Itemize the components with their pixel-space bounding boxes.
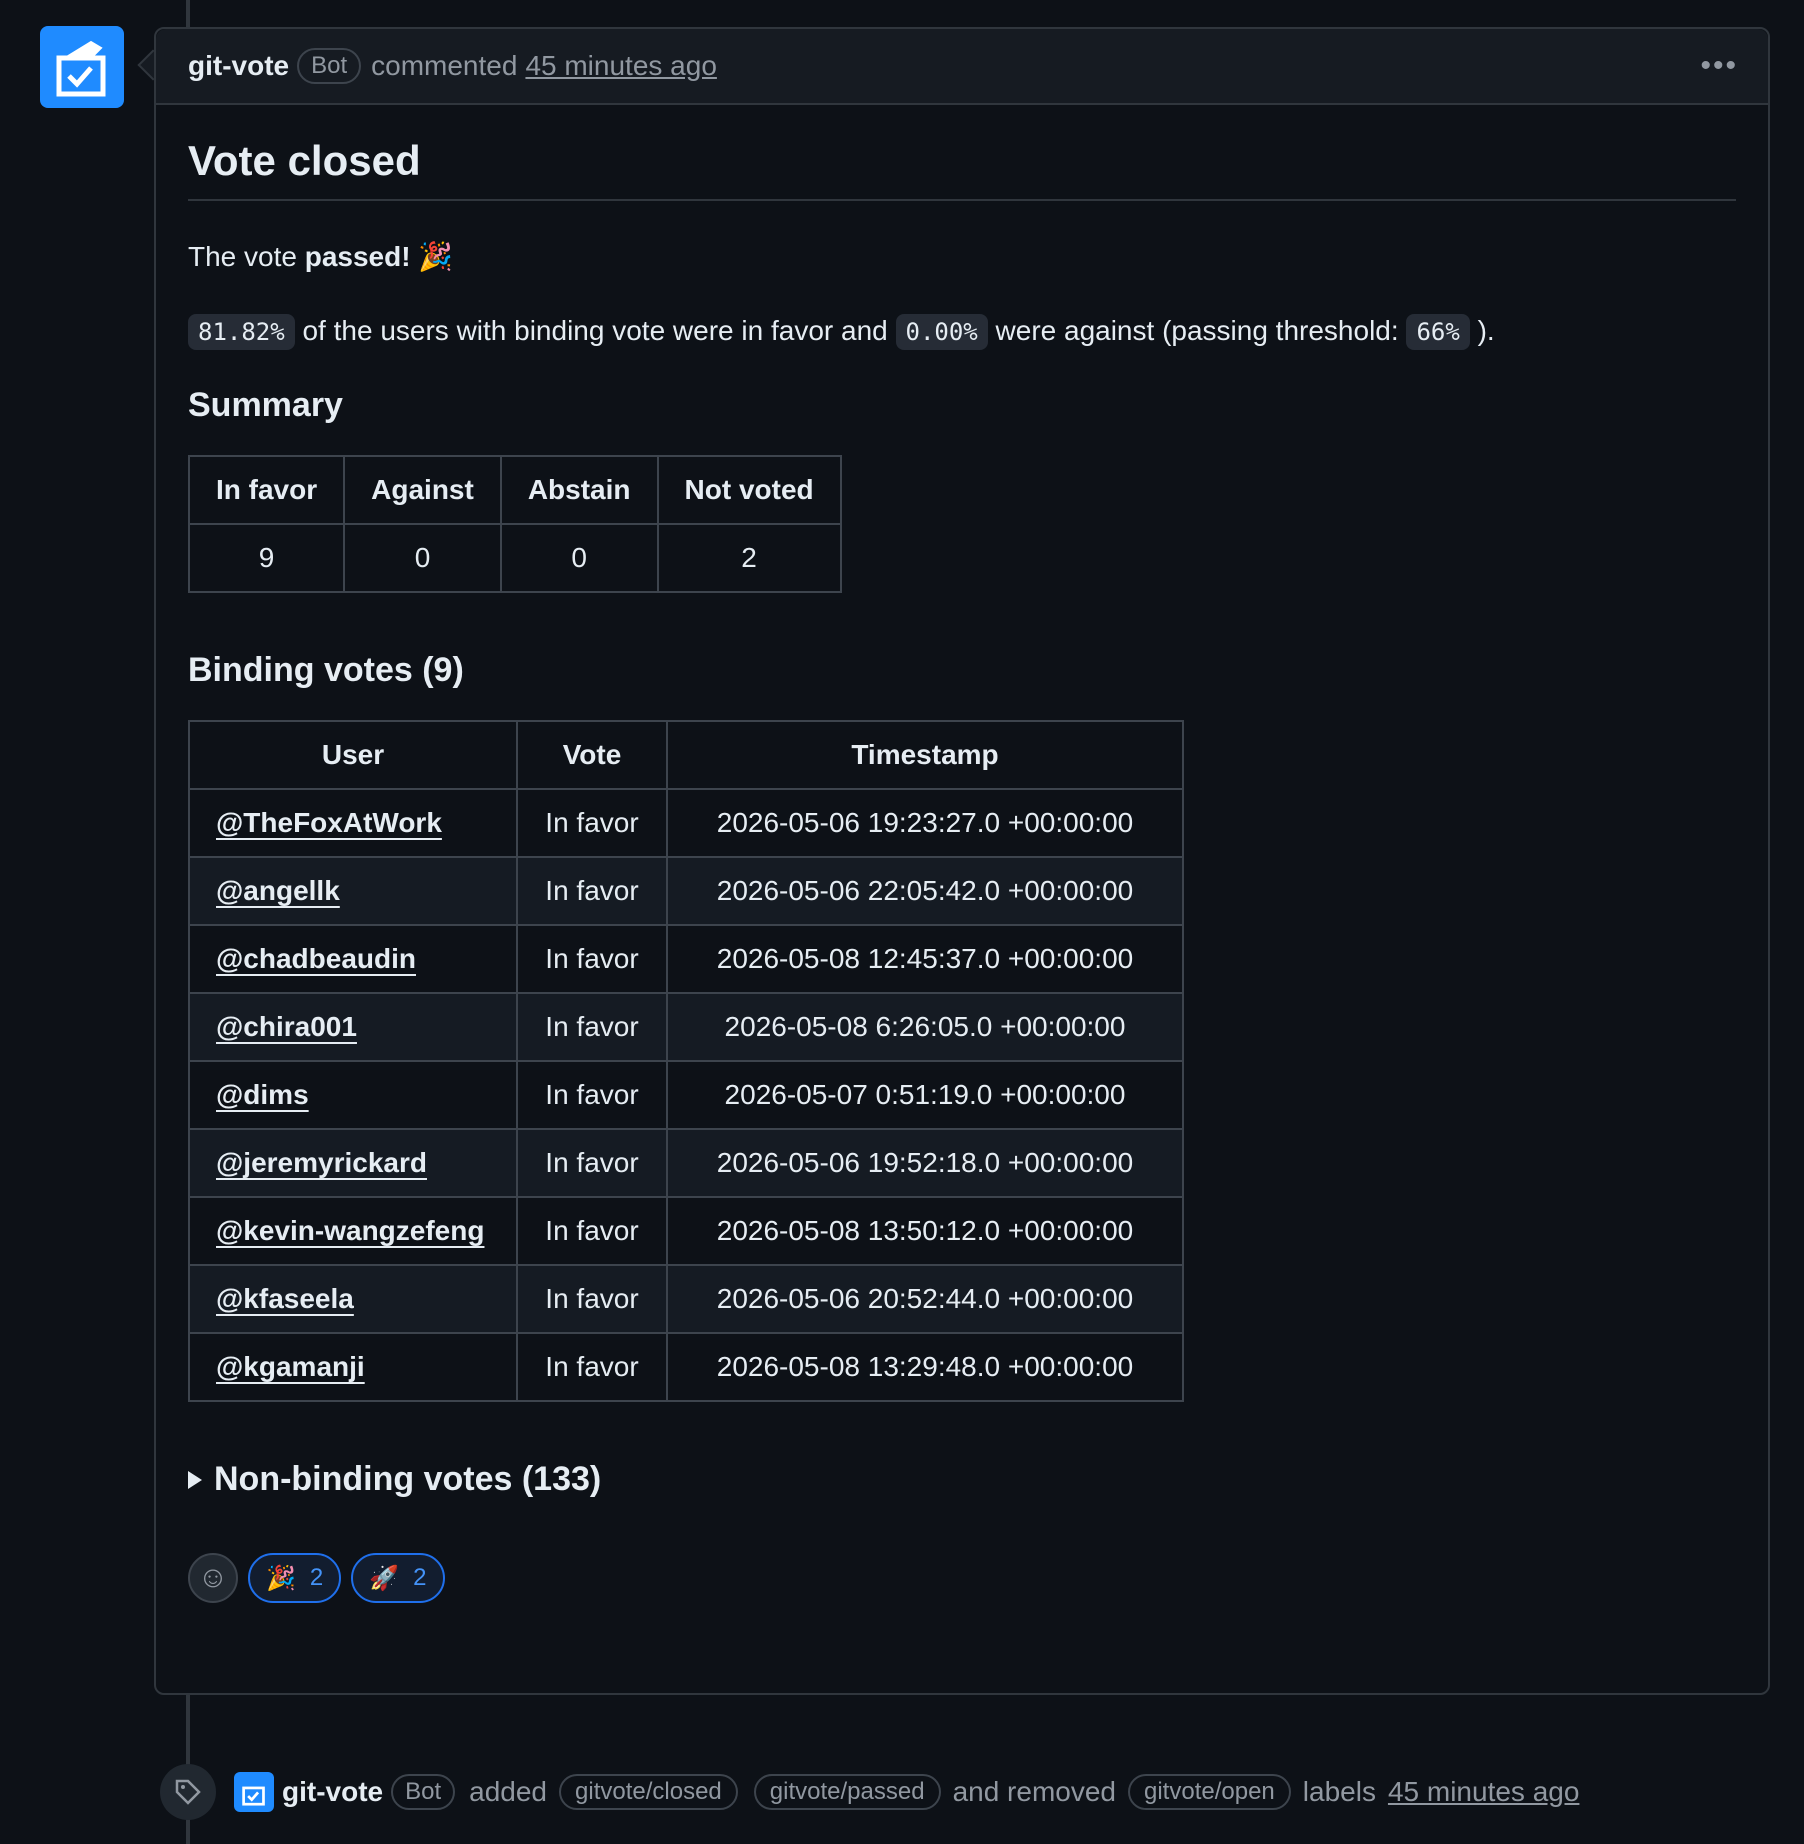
vote-result: The vote passed! 🎉 (188, 237, 1736, 277)
header-user: User (188, 720, 518, 790)
kebab-menu-icon[interactable]: ••• (1700, 49, 1738, 83)
label-event: git-vote Bot added gitvote/closed gitvot… (160, 1764, 1579, 1820)
stats-text-3: ). (1469, 315, 1495, 346)
timestamp-cell: 2026-05-08 6:26:05.0 +00:00:00 (666, 992, 1184, 1062)
smiley-icon[interactable]: ☺ (188, 1553, 238, 1603)
summary-header-abstain: Abstain (499, 455, 659, 525)
bot-badge: Bot (297, 48, 362, 84)
summary-in-favor: 9 (187, 523, 346, 593)
comment-author[interactable]: git-vote (188, 50, 289, 82)
user-link[interactable]: @chira001 (216, 1011, 357, 1042)
reaction-count: 2 (413, 1564, 427, 1591)
summary-heading: Summary (188, 386, 343, 424)
comment-timestamp[interactable]: 45 minutes ago (525, 50, 716, 82)
event-removed-text: and removed (952, 1776, 1116, 1807)
stats-text-1: of the users with binding vote were in f… (294, 315, 896, 346)
vote-cell: In favor (516, 1128, 668, 1198)
table-row: @kfaseela In favor 2026-05-06 20:52:44.0… (188, 1264, 1184, 1334)
non-binding-votes-toggle[interactable]: Non-binding votes (133) (188, 1460, 1736, 1499)
table-row: @TheFoxAtWork In favor 2026-05-06 19:23:… (188, 788, 1184, 858)
binding-votes-table: User Vote Timestamp @TheFoxAtWork In fav… (188, 720, 1184, 1402)
binding-votes-heading: Binding votes (9) (188, 651, 464, 689)
summary-header-against: Against (343, 455, 502, 525)
header-vote: Vote (516, 720, 668, 790)
bot-avatar[interactable] (40, 26, 124, 108)
summary-row: 9 0 0 2 (187, 523, 842, 593)
tag-icon (160, 1764, 216, 1820)
user-link[interactable]: @angellk (216, 875, 340, 906)
event-labels-text: labels (1302, 1776, 1376, 1807)
summary-abstain: 0 (499, 523, 659, 593)
user-link[interactable]: @kgamanji (216, 1351, 365, 1382)
table-row: @dims In favor 2026-05-07 0:51:19.0 +00:… (188, 1060, 1184, 1130)
label-gitvote-closed[interactable]: gitvote/closed (559, 1774, 738, 1810)
timestamp-cell: 2026-05-06 20:52:44.0 +00:00:00 (666, 1264, 1184, 1334)
stats-text-2: were against (passing threshold: (987, 315, 1407, 346)
table-row: @chadbeaudin In favor 2026-05-08 12:45:3… (188, 924, 1184, 994)
summary-against: 0 (343, 523, 502, 593)
ballot-box-icon (242, 1786, 265, 1806)
user-link[interactable]: @chadbeaudin (216, 943, 416, 974)
comment-title: Vote closed (188, 137, 1736, 201)
label-gitvote-passed[interactable]: gitvote/passed (753, 1774, 941, 1810)
issue-timeline: git-vote Bot commented 45 minutes ago ••… (0, 0, 1804, 1844)
label-gitvote-open[interactable]: gitvote/open (1128, 1774, 1291, 1810)
vote-cell: In favor (516, 1332, 668, 1402)
timestamp-cell: 2026-05-08 13:29:48.0 +00:00:00 (666, 1332, 1184, 1402)
party-popper-icon: 🎉 (418, 241, 454, 272)
header-timestamp: Timestamp (666, 720, 1184, 790)
table-row: @chira001 In favor 2026-05-08 6:26:05.0 … (188, 992, 1184, 1062)
table-row: @angellk In favor 2026-05-06 22:05:42.0 … (188, 856, 1184, 926)
vote-stats: 81.82% of the users with binding vote we… (188, 311, 1736, 352)
summary-not-voted: 2 (656, 523, 842, 593)
summary-header-in-favor: In favor (187, 455, 346, 525)
result-prefix: The vote (188, 241, 305, 272)
summary-table: In favor Against Abstain Not voted 9 0 0… (187, 455, 842, 593)
result-word: passed! (304, 241, 411, 272)
comment-header: git-vote Bot commented 45 minutes ago ••… (156, 29, 1768, 105)
vote-cell: In favor (516, 1060, 668, 1130)
event-author[interactable]: git-vote (282, 1776, 383, 1808)
reactions-bar: ☺ 🎉 2 🚀 2 (188, 1553, 1736, 1603)
comment-action: commented (371, 50, 518, 81)
comment-box: git-vote Bot commented 45 minutes ago ••… (154, 27, 1770, 1695)
in-favor-percent: 81.82% (188, 314, 295, 350)
rocket-icon: 🚀 (369, 1564, 400, 1592)
bot-badge: Bot (391, 1774, 456, 1810)
reaction-hooray[interactable]: 🎉 2 (248, 1553, 342, 1603)
comment-body: Vote closed The vote passed! 🎉 81.82% of… (156, 105, 1768, 1603)
user-link[interactable]: @kfaseela (216, 1283, 354, 1314)
user-link[interactable]: @dims (216, 1079, 309, 1110)
timestamp-cell: 2026-05-08 12:45:37.0 +00:00:00 (666, 924, 1184, 994)
event-timestamp[interactable]: 45 minutes ago (1388, 1776, 1579, 1808)
vote-cell: In favor (516, 856, 668, 926)
timestamp-cell: 2026-05-07 0:51:19.0 +00:00:00 (666, 1060, 1184, 1130)
vote-cell: In favor (516, 992, 668, 1062)
timestamp-cell: 2026-05-08 13:50:12.0 +00:00:00 (666, 1196, 1184, 1266)
timestamp-cell: 2026-05-06 19:52:18.0 +00:00:00 (666, 1128, 1184, 1198)
event-added-text: added (469, 1776, 548, 1807)
against-percent: 0.00% (895, 314, 988, 350)
user-link[interactable]: @kevin-wangzefeng (216, 1215, 484, 1246)
summary-header-not-voted: Not voted (656, 455, 842, 525)
reaction-count: 2 (309, 1564, 324, 1591)
table-row: @kevin-wangzefeng In favor 2026-05-08 13… (188, 1196, 1184, 1266)
reaction-rocket[interactable]: 🚀 2 (351, 1553, 445, 1603)
vote-cell: In favor (516, 924, 668, 994)
threshold-percent: 66% (1406, 314, 1470, 350)
user-link[interactable]: @TheFoxAtWork (216, 807, 442, 838)
timestamp-cell: 2026-05-06 22:05:42.0 +00:00:00 (666, 856, 1184, 926)
non-binding-votes-label: Non-binding votes (133) (214, 1460, 602, 1498)
ballot-box-icon (56, 40, 106, 97)
timestamp-cell: 2026-05-06 19:23:27.0 +00:00:00 (666, 788, 1184, 858)
vote-cell: In favor (516, 788, 668, 858)
bot-avatar-small[interactable] (234, 1772, 274, 1812)
table-row: @kgamanji In favor 2026-05-08 13:29:48.0… (188, 1332, 1184, 1402)
disclosure-triangle-icon (188, 1470, 202, 1489)
vote-cell: In favor (516, 1196, 668, 1266)
party-popper-icon: 🎉 (266, 1564, 296, 1592)
table-row: @jeremyrickard In favor 2026-05-06 19:52… (188, 1128, 1184, 1198)
vote-cell: In favor (516, 1264, 668, 1334)
user-link[interactable]: @jeremyrickard (216, 1147, 427, 1178)
